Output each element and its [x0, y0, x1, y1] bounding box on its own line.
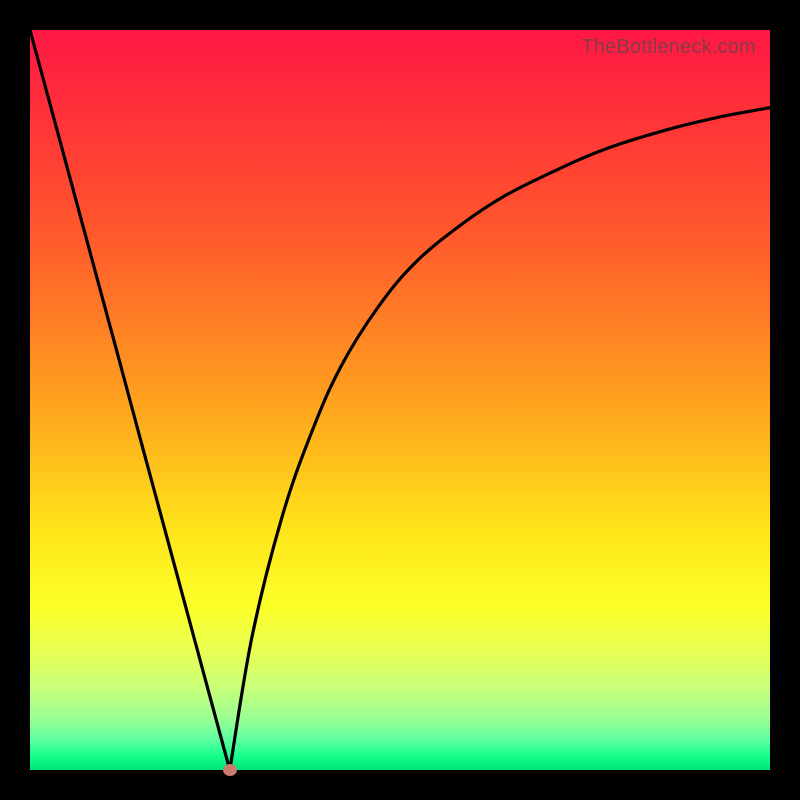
curve-path: [30, 30, 770, 770]
optimal-point-marker: [223, 764, 237, 776]
bottleneck-curve: [30, 30, 770, 770]
plot-area: TheBottleneck.com: [30, 30, 770, 770]
chart-frame: TheBottleneck.com: [0, 0, 800, 800]
